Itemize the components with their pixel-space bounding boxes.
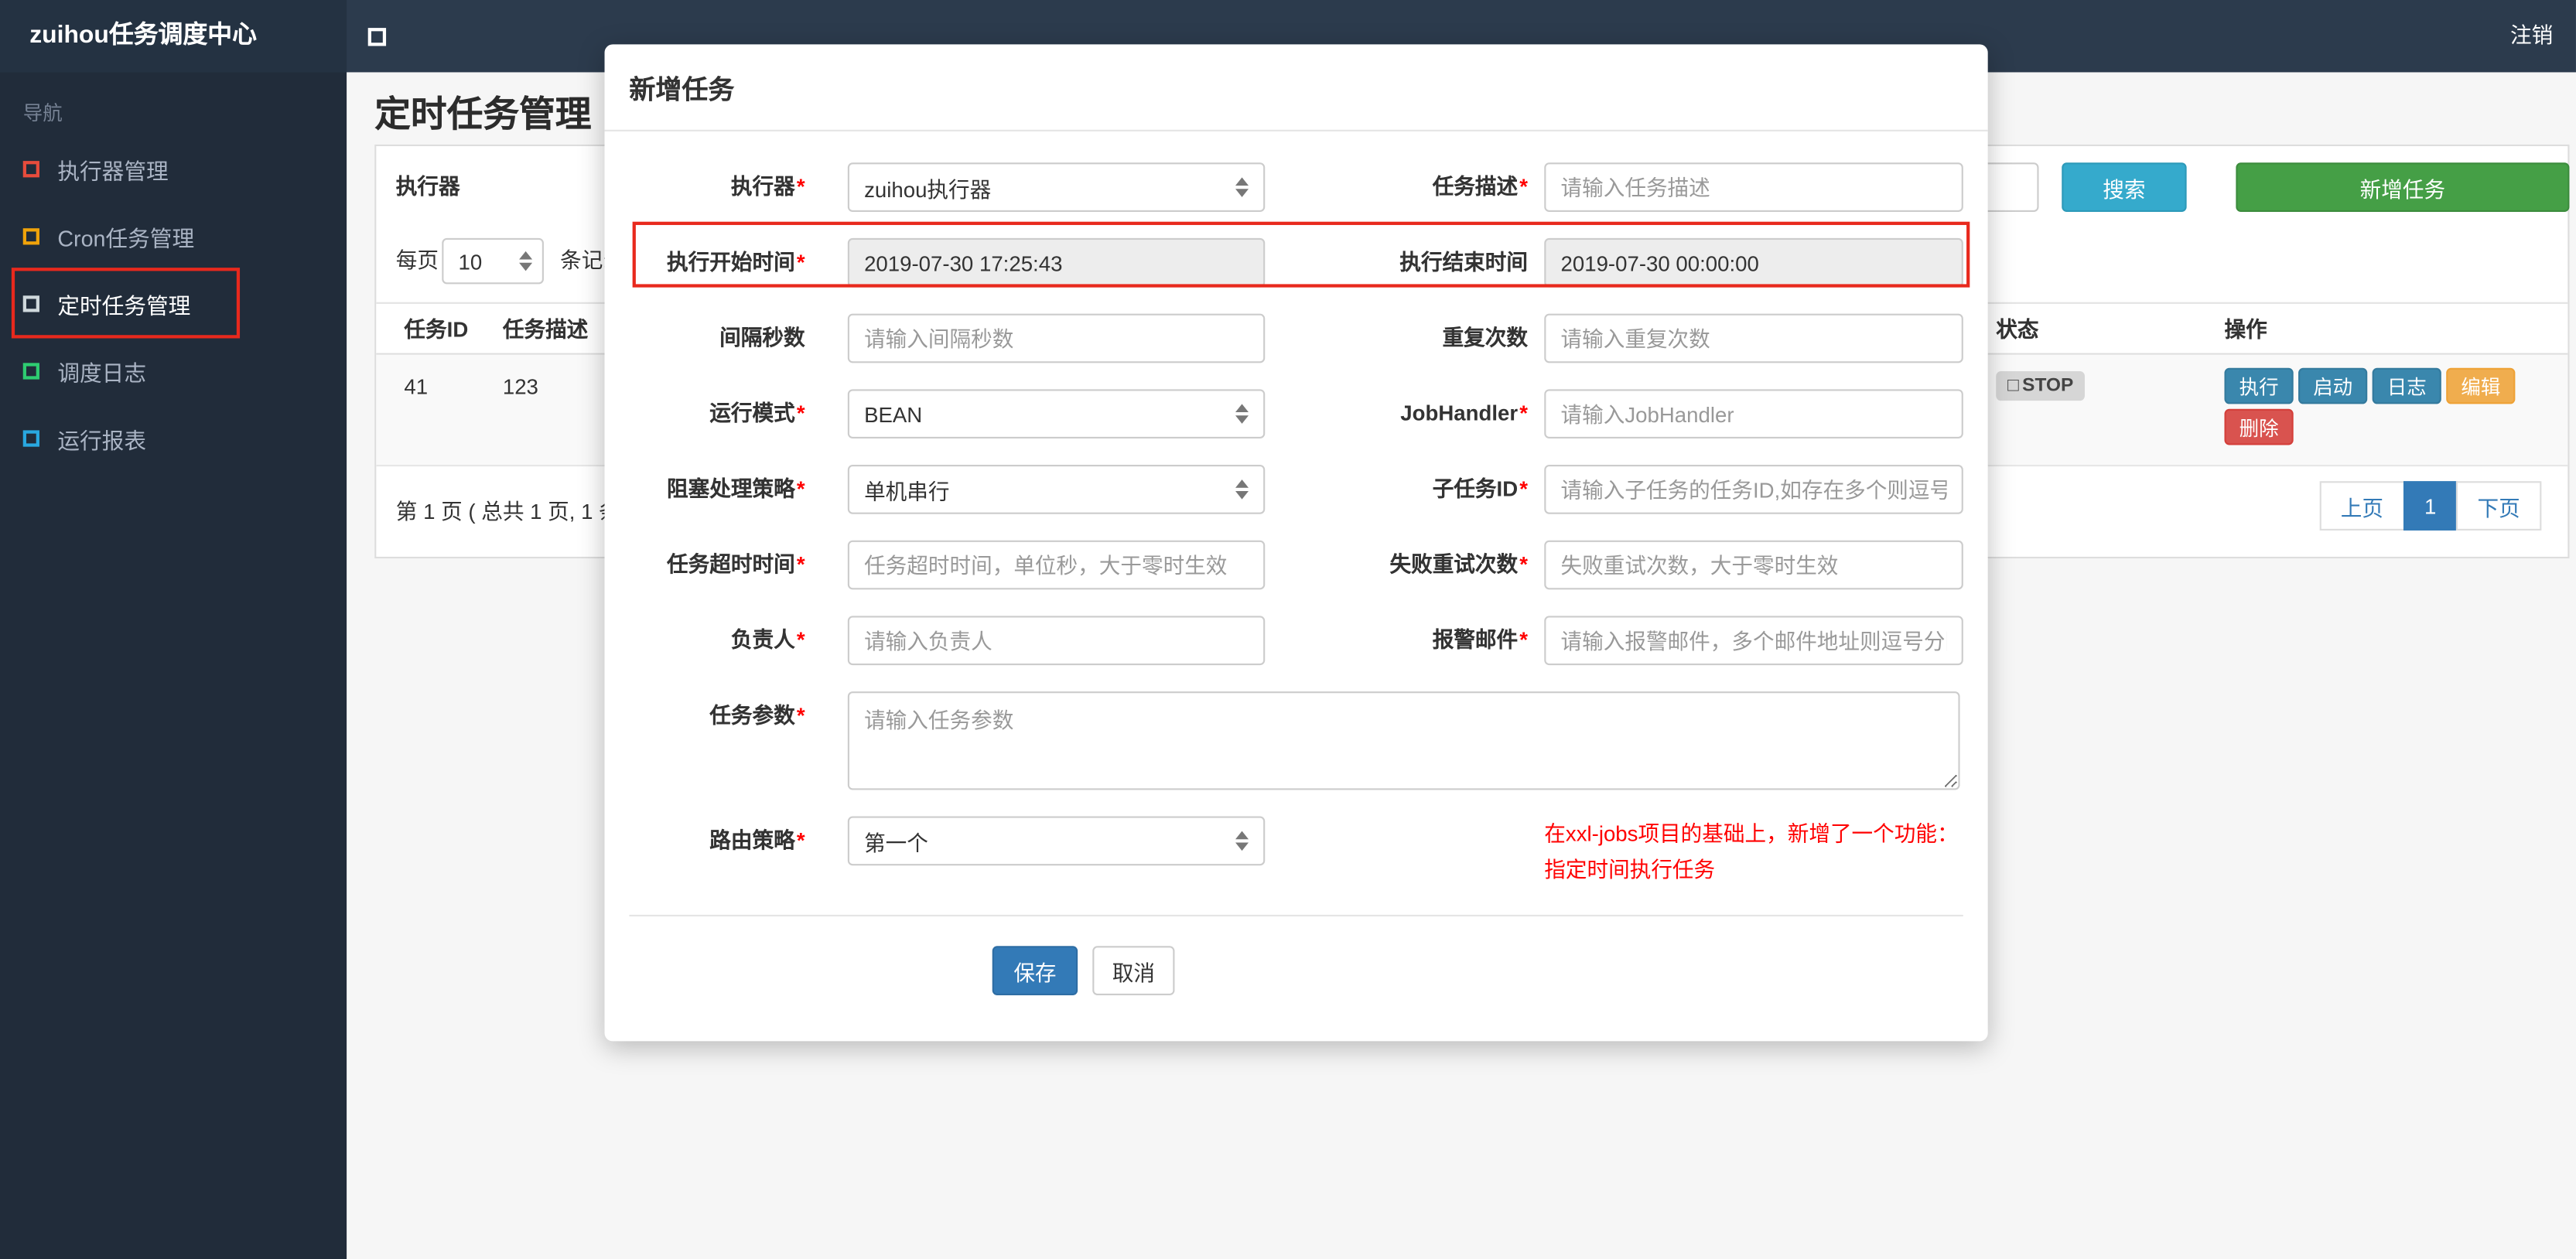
select-arrows-icon — [1235, 479, 1249, 500]
feature-note: 在xxl-jobs项目的基础上，新增了一个功能： 指定时间执行任务 — [1544, 816, 1958, 889]
alarm-email-label: 报警邮件 * — [1432, 627, 1529, 653]
interval-input[interactable] — [847, 313, 1266, 363]
square-icon — [22, 362, 39, 379]
feature-note-line2: 指定时间执行任务 — [1544, 857, 1716, 882]
repeat-count-input[interactable] — [1544, 313, 1963, 363]
col-task-id[interactable]: 任务ID — [404, 304, 468, 357]
modal-body: 执行器* zuihou执行器 任务描述* 执行开始时间* 执行结束时间 间隔秒数… — [605, 131, 1988, 1042]
prev-page-button[interactable]: 上页 — [2319, 481, 2405, 531]
cell-task-desc: 123 — [502, 374, 538, 400]
start-button[interactable]: 启动 — [2298, 367, 2368, 404]
job-desc-label: 任务描述 * — [1432, 174, 1529, 199]
square-icon — [22, 429, 39, 446]
sidebar-toggle-icon[interactable] — [367, 28, 387, 46]
per-page-select[interactable]: 10 — [442, 237, 544, 285]
select-arrows-icon — [519, 251, 533, 271]
run-mode-select[interactable]: BEAN — [847, 389, 1266, 439]
save-button[interactable]: 保存 — [992, 946, 1078, 996]
select-arrows-icon — [1235, 831, 1249, 851]
row-actions: 执行 启动 日志 编辑 删除 — [2224, 367, 2553, 445]
timeout-input[interactable] — [847, 540, 1266, 590]
select-arrows-icon — [1235, 404, 1249, 424]
stop-square-icon: □ — [2007, 376, 2019, 396]
sidebar-item-cron-task-management[interactable]: Cron任务管理 — [0, 202, 347, 269]
execute-button[interactable]: 执行 — [2224, 367, 2294, 404]
search-button[interactable]: 搜索 — [2062, 162, 2187, 212]
end-time-label: 执行结束时间 — [1399, 249, 1529, 275]
start-time-label: 执行开始时间 * — [667, 249, 805, 275]
sidebar-item-scheduled-task-management[interactable]: 定时任务管理 — [0, 269, 347, 336]
owner-input[interactable] — [847, 616, 1266, 666]
col-status[interactable]: 状态 — [1996, 304, 2038, 357]
modal-title: 新增任务 — [604, 44, 1988, 131]
log-button[interactable]: 日志 — [2372, 367, 2441, 404]
next-page-button[interactable]: 下页 — [2455, 481, 2542, 531]
route-strategy-label: 路由策略 * — [709, 827, 805, 853]
page-title: 定时任务管理 — [374, 94, 592, 135]
current-page-button[interactable]: 1 — [2403, 481, 2458, 531]
block-strategy-select[interactable]: 单机串行 — [847, 465, 1266, 514]
status-text: STOP — [2022, 376, 2074, 396]
run-mode-select-value: BEAN — [864, 401, 923, 427]
delete-button[interactable]: 删除 — [2224, 408, 2294, 445]
sidebar-item-executor-management[interactable]: 执行器管理 — [0, 135, 347, 202]
screen: zuihou任务调度中心 注销 导航 执行器管理 Cron任务管理 定时任务管理… — [0, 0, 2576, 1259]
executor-select-value: zuihou执行器 — [864, 176, 992, 202]
add-task-modal: 新增任务 执行器* zuihou执行器 任务描述* 执行开始时间* 执行结束时间… — [604, 44, 1988, 1042]
executor-filter-label: 执行器 — [395, 174, 460, 199]
status-badge: □ STOP — [1996, 370, 2086, 401]
edit-button[interactable]: 编辑 — [2446, 367, 2516, 404]
per-page-value: 10 — [458, 248, 483, 274]
job-desc-input[interactable] — [1544, 162, 1963, 212]
sidebar-item-label: 运行报表 — [57, 428, 147, 453]
timeout-label: 任务超时时间 * — [667, 551, 805, 577]
sidebar-item-label: 执行器管理 — [57, 158, 169, 183]
block-strategy-select-value: 单机串行 — [864, 479, 950, 503]
per-page-prefix-label: 每页 — [395, 247, 439, 273]
square-icon — [22, 227, 39, 244]
run-mode-label: 运行模式 * — [709, 401, 805, 426]
sidebar-item-label: 调度日志 — [57, 360, 147, 386]
sidebar-section-label: 导航 — [22, 101, 63, 125]
interval-label: 间隔秒数 — [719, 325, 805, 350]
cell-task-id: 41 — [404, 374, 429, 400]
cancel-button[interactable]: 取消 — [1092, 946, 1175, 996]
col-actions: 操作 — [2224, 316, 2267, 342]
executor-select[interactable]: zuihou执行器 — [847, 162, 1266, 212]
sidebar-item-dispatch-log[interactable]: 调度日志 — [0, 336, 347, 404]
modal-footer: 保存 取消 — [629, 916, 1963, 1041]
square-icon — [22, 160, 39, 177]
sidebar-item-label: Cron任务管理 — [57, 226, 195, 251]
fail-retry-label: 失败重试次数 * — [1389, 551, 1529, 577]
job-handler-label: JobHandler * — [1400, 401, 1529, 426]
select-arrows-icon — [1235, 177, 1249, 197]
logout-link[interactable]: 注销 — [2510, 0, 2553, 72]
route-strategy-select[interactable]: 第一个 — [847, 816, 1266, 866]
sidebar: 导航 执行器管理 Cron任务管理 定时任务管理 调度日志 运行报表 — [0, 72, 347, 1259]
job-param-label: 任务参数 * — [709, 702, 805, 728]
app-brand[interactable]: zuihou任务调度中心 — [0, 0, 347, 73]
start-time-input[interactable] — [847, 237, 1266, 288]
job-handler-input[interactable] — [1544, 389, 1963, 439]
sidebar-item-run-report[interactable]: 运行报表 — [0, 404, 347, 471]
square-icon — [22, 295, 39, 312]
feature-note-line1: 在xxl-jobs项目的基础上，新增了一个功能： — [1544, 821, 1959, 846]
executor-label: 执行器 * — [730, 174, 805, 199]
owner-label: 负责人 * — [730, 627, 805, 653]
pager: 上页 1 下页 — [2319, 481, 2542, 531]
repeat-count-label: 重复次数 — [1442, 325, 1529, 350]
block-strategy-label: 阻塞处理策略 * — [667, 476, 805, 501]
job-param-textarea[interactable] — [847, 691, 1960, 790]
sidebar-item-label: 定时任务管理 — [57, 293, 191, 318]
end-time-input[interactable] — [1544, 237, 1963, 288]
col-task-desc[interactable]: 任务描述 — [503, 304, 588, 357]
child-job-id-label: 子任务ID * — [1432, 476, 1529, 501]
alarm-email-input[interactable] — [1544, 616, 1963, 666]
route-strategy-select-value: 第一个 — [864, 830, 928, 855]
fail-retry-input[interactable] — [1544, 540, 1963, 590]
child-job-id-input[interactable] — [1544, 465, 1963, 514]
add-task-button[interactable]: 新增任务 — [2236, 162, 2570, 212]
